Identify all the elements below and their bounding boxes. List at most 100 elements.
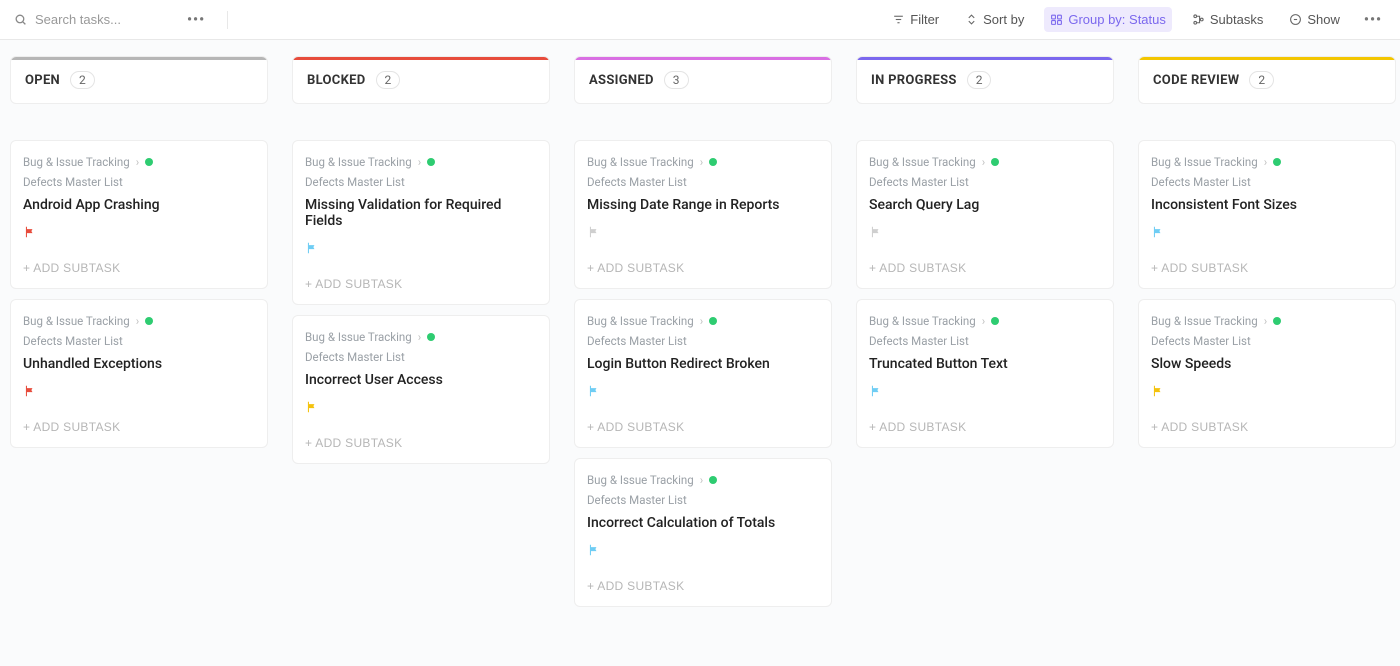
add-subtask-button[interactable]: + ADD SUBTASK	[869, 261, 966, 275]
add-subtask-button[interactable]: + ADD SUBTASK	[587, 261, 684, 275]
breadcrumb-project[interactable]: Bug & Issue Tracking	[1151, 314, 1258, 328]
card-list: Bug & Issue Tracking › Defects Master Li…	[1138, 140, 1396, 448]
task-card[interactable]: Bug & Issue Tracking › Defects Master Li…	[292, 140, 550, 305]
list-status-dot-icon	[145, 158, 153, 166]
list-status-dot-icon	[427, 333, 435, 341]
task-card[interactable]: Bug & Issue Tracking › Defects Master Li…	[574, 140, 832, 289]
divider	[227, 11, 228, 29]
breadcrumb-list[interactable]: Defects Master List	[587, 175, 687, 189]
breadcrumb-project[interactable]: Bug & Issue Tracking	[587, 473, 694, 487]
task-card[interactable]: Bug & Issue Tracking › Defects Master Li…	[10, 299, 268, 448]
breadcrumb-list[interactable]: Defects Master List	[587, 493, 687, 507]
task-card[interactable]: Bug & Issue Tracking › Defects Master Li…	[574, 458, 832, 607]
task-title: Missing Date Range in Reports	[587, 197, 819, 213]
sort-button[interactable]: Sort by	[959, 7, 1030, 32]
column-count-badge: 3	[664, 71, 689, 89]
breadcrumb-list[interactable]: Defects Master List	[23, 175, 123, 189]
add-subtask-button[interactable]: + ADD SUBTASK	[587, 579, 684, 593]
search-input[interactable]	[35, 12, 175, 27]
chevron-right-icon: ›	[418, 330, 421, 344]
flag-row	[305, 400, 537, 416]
list-status-dot-icon	[991, 158, 999, 166]
breadcrumb-project[interactable]: Bug & Issue Tracking	[869, 155, 976, 169]
chevron-right-icon: ›	[982, 314, 985, 328]
search-icon	[14, 13, 27, 26]
add-subtask-button[interactable]: + ADD SUBTASK	[305, 277, 402, 291]
task-title: Incorrect Calculation of Totals	[587, 515, 819, 531]
subtasks-label: Subtasks	[1210, 12, 1263, 27]
column: IN PROGRESS 2 Bug & Issue Tracking › Def…	[856, 56, 1114, 448]
breadcrumb-list[interactable]: Defects Master List	[305, 350, 405, 364]
column-header[interactable]: IN PROGRESS 2	[856, 56, 1114, 104]
overflow-icon[interactable]: •••	[1360, 8, 1386, 32]
column-title: IN PROGRESS	[871, 73, 957, 88]
flag-row	[23, 225, 255, 241]
task-card[interactable]: Bug & Issue Tracking › Defects Master Li…	[10, 140, 268, 289]
group-icon	[1050, 13, 1063, 26]
breadcrumb-list[interactable]: Defects Master List	[305, 175, 405, 189]
subtasks-icon	[1192, 13, 1205, 26]
task-card[interactable]: Bug & Issue Tracking › Defects Master Li…	[856, 140, 1114, 289]
add-subtask-button[interactable]: + ADD SUBTASK	[1151, 420, 1248, 434]
priority-flag-icon	[587, 543, 601, 557]
flag-row	[587, 543, 819, 559]
list-status-dot-icon	[709, 158, 717, 166]
task-card[interactable]: Bug & Issue Tracking › Defects Master Li…	[1138, 140, 1396, 289]
breadcrumb-list[interactable]: Defects Master List	[869, 334, 969, 348]
task-title: Slow Speeds	[1151, 356, 1383, 372]
priority-flag-icon	[587, 225, 601, 239]
breadcrumb: Bug & Issue Tracking › Defects Master Li…	[587, 314, 819, 348]
toolbar-left: •••	[14, 8, 228, 32]
task-title: Missing Validation for Required Fields	[305, 197, 537, 229]
add-subtask-button[interactable]: + ADD SUBTASK	[23, 261, 120, 275]
filter-button[interactable]: Filter	[886, 7, 945, 32]
breadcrumb: Bug & Issue Tracking › Defects Master Li…	[869, 314, 1101, 348]
column-count-badge: 2	[1249, 71, 1274, 89]
task-card[interactable]: Bug & Issue Tracking › Defects Master Li…	[574, 299, 832, 448]
breadcrumb-project[interactable]: Bug & Issue Tracking	[869, 314, 976, 328]
breadcrumb: Bug & Issue Tracking › Defects Master Li…	[587, 473, 819, 507]
card-list: Bug & Issue Tracking › Defects Master Li…	[574, 140, 832, 607]
breadcrumb-list[interactable]: Defects Master List	[869, 175, 969, 189]
breadcrumb-project[interactable]: Bug & Issue Tracking	[587, 155, 694, 169]
flag-row	[305, 241, 537, 257]
show-button[interactable]: Show	[1283, 7, 1346, 32]
breadcrumb: Bug & Issue Tracking › Defects Master Li…	[1151, 155, 1383, 189]
priority-flag-icon	[587, 384, 601, 398]
list-status-dot-icon	[1273, 317, 1281, 325]
column-title: CODE REVIEW	[1153, 73, 1239, 88]
breadcrumb-list[interactable]: Defects Master List	[587, 334, 687, 348]
breadcrumb-list[interactable]: Defects Master List	[1151, 334, 1251, 348]
column-header[interactable]: CODE REVIEW 2	[1138, 56, 1396, 104]
add-subtask-button[interactable]: + ADD SUBTASK	[869, 420, 966, 434]
group-button[interactable]: Group by: Status	[1044, 7, 1172, 32]
more-icon[interactable]: •••	[183, 8, 209, 32]
breadcrumb-project[interactable]: Bug & Issue Tracking	[305, 330, 412, 344]
breadcrumb-project[interactable]: Bug & Issue Tracking	[587, 314, 694, 328]
breadcrumb-list[interactable]: Defects Master List	[1151, 175, 1251, 189]
priority-flag-icon	[23, 384, 37, 398]
add-subtask-button[interactable]: + ADD SUBTASK	[1151, 261, 1248, 275]
column: BLOCKED 2 Bug & Issue Tracking › Defects…	[292, 56, 550, 464]
breadcrumb-project[interactable]: Bug & Issue Tracking	[23, 155, 130, 169]
column-header[interactable]: BLOCKED 2	[292, 56, 550, 104]
breadcrumb-project[interactable]: Bug & Issue Tracking	[23, 314, 130, 328]
task-card[interactable]: Bug & Issue Tracking › Defects Master Li…	[1138, 299, 1396, 448]
add-subtask-button[interactable]: + ADD SUBTASK	[305, 436, 402, 450]
toolbar-right: Filter Sort by Group by: Status Subtasks…	[886, 7, 1386, 32]
breadcrumb-project[interactable]: Bug & Issue Tracking	[1151, 155, 1258, 169]
add-subtask-button[interactable]: + ADD SUBTASK	[23, 420, 120, 434]
column: ASSIGNED 3 Bug & Issue Tracking › Defect…	[574, 56, 832, 607]
column-header[interactable]: ASSIGNED 3	[574, 56, 832, 104]
flag-row	[1151, 225, 1383, 241]
task-card[interactable]: Bug & Issue Tracking › Defects Master Li…	[856, 299, 1114, 448]
column: CODE REVIEW 2 Bug & Issue Tracking › Def…	[1138, 56, 1396, 448]
subtasks-button[interactable]: Subtasks	[1186, 7, 1269, 32]
list-status-dot-icon	[1273, 158, 1281, 166]
breadcrumb-project[interactable]: Bug & Issue Tracking	[305, 155, 412, 169]
column-header[interactable]: OPEN 2	[10, 56, 268, 104]
add-subtask-button[interactable]: + ADD SUBTASK	[587, 420, 684, 434]
task-card[interactable]: Bug & Issue Tracking › Defects Master Li…	[292, 315, 550, 464]
column-count-badge: 2	[376, 71, 401, 89]
breadcrumb-list[interactable]: Defects Master List	[23, 334, 123, 348]
